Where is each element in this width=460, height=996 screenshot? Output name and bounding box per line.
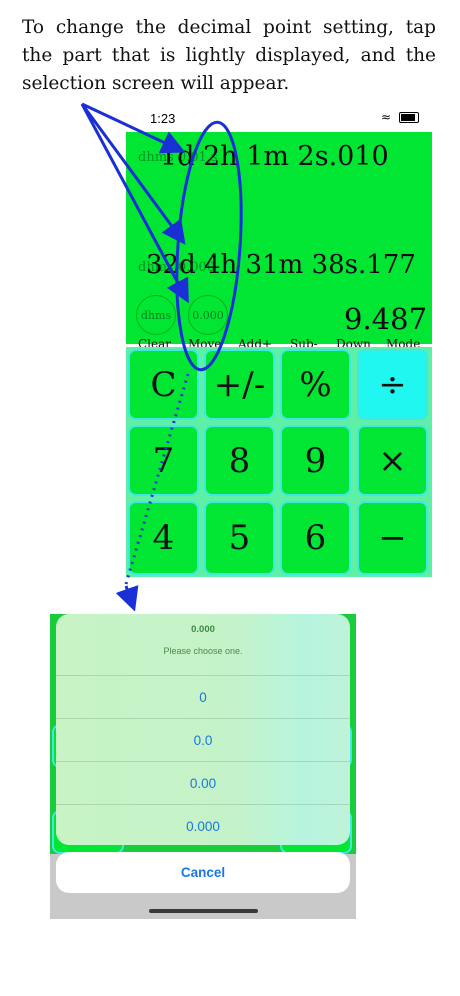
option-0-000[interactable]: 0.000: [56, 804, 350, 845]
decimal-setting-button[interactable]: 0.000: [188, 295, 228, 335]
sheet-title: 0.000: [191, 624, 215, 635]
eight-key[interactable]: 8: [204, 425, 275, 496]
clear-key[interactable]: C: [128, 349, 199, 420]
seven-key[interactable]: 7: [128, 425, 199, 496]
row2-value: 32d 4h 31m 38s.177: [146, 250, 416, 280]
keypad: C +/- % ÷ 7 8 9 × 4 5 6 −: [126, 347, 432, 577]
five-key[interactable]: 5: [204, 501, 275, 575]
calculator-display: dhms 0.01 s 1d 2h 1m 2s.010 Clear Move A…: [126, 132, 432, 351]
arrow-to-sheet: [115, 585, 139, 612]
sheet-message: Please choose one.: [163, 646, 243, 656]
nine-key[interactable]: 9: [280, 425, 351, 496]
option-0[interactable]: 0: [56, 675, 350, 718]
home-indicator: [149, 909, 258, 913]
cancel-button[interactable]: Cancel: [56, 852, 350, 893]
divide-key[interactable]: ÷: [357, 349, 428, 420]
multiply-key[interactable]: ×: [357, 425, 428, 496]
sign-key[interactable]: +/-: [204, 349, 275, 420]
row1-value: 1d 2h 1m 2s.010: [160, 141, 389, 172]
result-value: 9.487: [344, 302, 428, 336]
wifi-icon: ≈: [381, 110, 394, 124]
battery-icon: [398, 112, 419, 123]
dhms-label: dhms: [140, 308, 172, 322]
six-key[interactable]: 6: [280, 501, 351, 575]
status-time: 1:23: [150, 111, 176, 126]
dhms-mode-button[interactable]: dhms: [136, 295, 176, 335]
four-key[interactable]: 4: [128, 501, 199, 575]
decimal-label: 0.000: [192, 308, 224, 322]
selection-screen: 0.000 Please choose one. 0 0.0 0.00 0.00…: [50, 614, 356, 919]
option-0-00[interactable]: 0.00: [56, 761, 350, 804]
action-sheet: 0.000 Please choose one. 0 0.0 0.00 0.00…: [56, 614, 350, 845]
option-0-0[interactable]: 0.0: [56, 718, 350, 761]
instruction-text: To change the decimal point setting, tap…: [22, 17, 436, 94]
status-icons: ≈: [381, 110, 419, 124]
minus-key[interactable]: −: [357, 501, 428, 575]
percent-key[interactable]: %: [280, 349, 351, 420]
